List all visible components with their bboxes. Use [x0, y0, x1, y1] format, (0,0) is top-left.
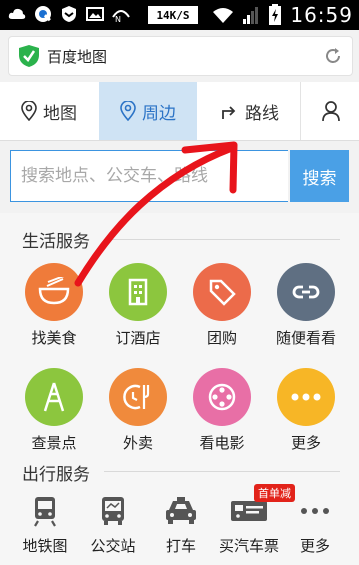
travel-label: 公交站	[90, 537, 136, 555]
service-label: 查景点	[31, 434, 77, 452]
tag-icon	[193, 263, 251, 321]
clock: 16:59	[290, 3, 353, 27]
service-browse[interactable]: 随便看看	[266, 263, 346, 348]
svg-text:N: N	[115, 15, 121, 23]
travel-taxi[interactable]: 打车	[146, 493, 216, 556]
section-title-travel: 出行服务	[22, 465, 90, 485]
refresh-icon[interactable]	[323, 46, 343, 66]
tab-label: 路线	[245, 103, 279, 124]
service-label: 找美食	[31, 329, 77, 347]
search-input[interactable]	[10, 150, 288, 202]
taxi-icon	[161, 493, 201, 529]
service-label: 看电影	[199, 434, 245, 452]
battery-icon	[269, 4, 282, 25]
more-dots-icon	[277, 368, 335, 426]
travel-subway[interactable]: 地铁图	[10, 493, 80, 556]
service-label: 更多	[290, 434, 321, 452]
status-bar: N 14K/S 16:59	[0, 0, 359, 30]
service-label: 订酒店	[115, 329, 161, 347]
user-icon	[321, 101, 340, 122]
tab-label: 周边	[142, 103, 176, 124]
hotel-icon	[109, 263, 167, 321]
travel-bus[interactable]: 公交站	[78, 493, 148, 556]
service-movie[interactable]: 看电影	[182, 368, 262, 453]
travel-bus-ticket[interactable]: 买汽车票	[214, 493, 284, 556]
tab-map[interactable]: 地图	[0, 82, 98, 140]
takeout-icon	[109, 368, 167, 426]
green-shield-icon	[19, 45, 39, 67]
service-hotel[interactable]: 订酒店	[98, 263, 178, 348]
film-reel-icon	[193, 368, 251, 426]
nearby-pin-icon	[120, 101, 136, 121]
picture-icon	[86, 7, 104, 21]
cellular-icon	[243, 7, 259, 24]
subway-icon	[25, 493, 65, 529]
service-sights[interactable]: 查景点	[14, 368, 94, 453]
section-divider	[104, 471, 340, 472]
service-takeout[interactable]: 外卖	[98, 368, 178, 453]
service-more[interactable]: 更多	[266, 368, 346, 453]
page-title: 百度地图	[47, 48, 108, 66]
service-groupbuy[interactable]: 团购	[182, 263, 262, 348]
service-label: 随便看看	[275, 329, 336, 347]
search-bar: 搜索	[10, 150, 349, 204]
service-label: 团购	[206, 329, 237, 347]
network-speed: 14K/S	[148, 6, 198, 24]
location-pin-icon	[21, 101, 37, 121]
signal-icon: N	[112, 10, 130, 23]
bus-icon	[93, 493, 133, 529]
food-bowl-icon	[25, 263, 83, 321]
service-label: 外卖	[122, 434, 153, 452]
tab-label: 地图	[43, 103, 77, 124]
cloud-icon	[8, 8, 26, 19]
tab-user[interactable]	[300, 82, 359, 140]
section-divider	[104, 239, 340, 240]
travel-label: 地铁图	[22, 537, 68, 555]
route-icon	[222, 106, 236, 119]
tower-icon	[25, 368, 83, 426]
shield-icon	[62, 6, 76, 22]
travel-label: 打车	[165, 537, 196, 555]
main-tabs: 地图 周边 路线	[0, 82, 359, 141]
service-food[interactable]: 找美食	[14, 263, 94, 348]
link-icon	[277, 263, 335, 321]
travel-label: 买汽车票	[218, 537, 279, 555]
travel-more[interactable]: 更多	[280, 493, 350, 556]
q-icon	[35, 6, 51, 22]
browser-address-bar[interactable]: 百度地图	[8, 36, 353, 76]
tab-route[interactable]: 路线	[200, 82, 298, 140]
travel-label: 更多	[299, 537, 330, 555]
wifi-icon	[213, 8, 234, 23]
section-title-life: 生活服务	[22, 232, 90, 252]
tab-nearby[interactable]: 周边	[99, 82, 197, 140]
search-button[interactable]: 搜索	[290, 150, 349, 202]
more-dots-icon	[295, 493, 335, 529]
